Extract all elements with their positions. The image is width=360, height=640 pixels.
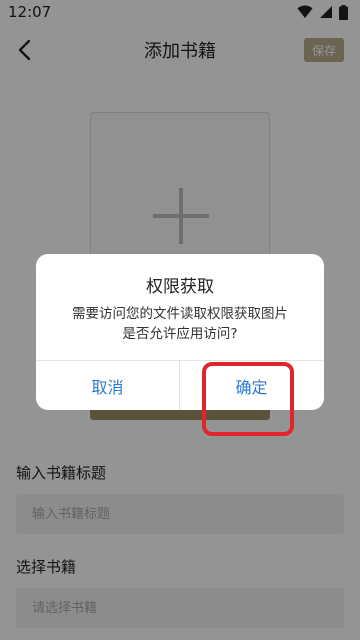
dialog-message-line1: 需要访问您的文件读取权限获取图片 — [72, 306, 288, 322]
confirm-highlight-box — [202, 362, 294, 436]
cancel-button[interactable]: 取消 — [36, 361, 179, 410]
dialog-message-line2: 是否允许应用访问? — [122, 326, 238, 342]
dialog-title: 权限获取 — [146, 277, 214, 297]
dialog-message: 需要访问您的文件读取权限获取图片 是否允许应用访问? — [36, 304, 324, 344]
